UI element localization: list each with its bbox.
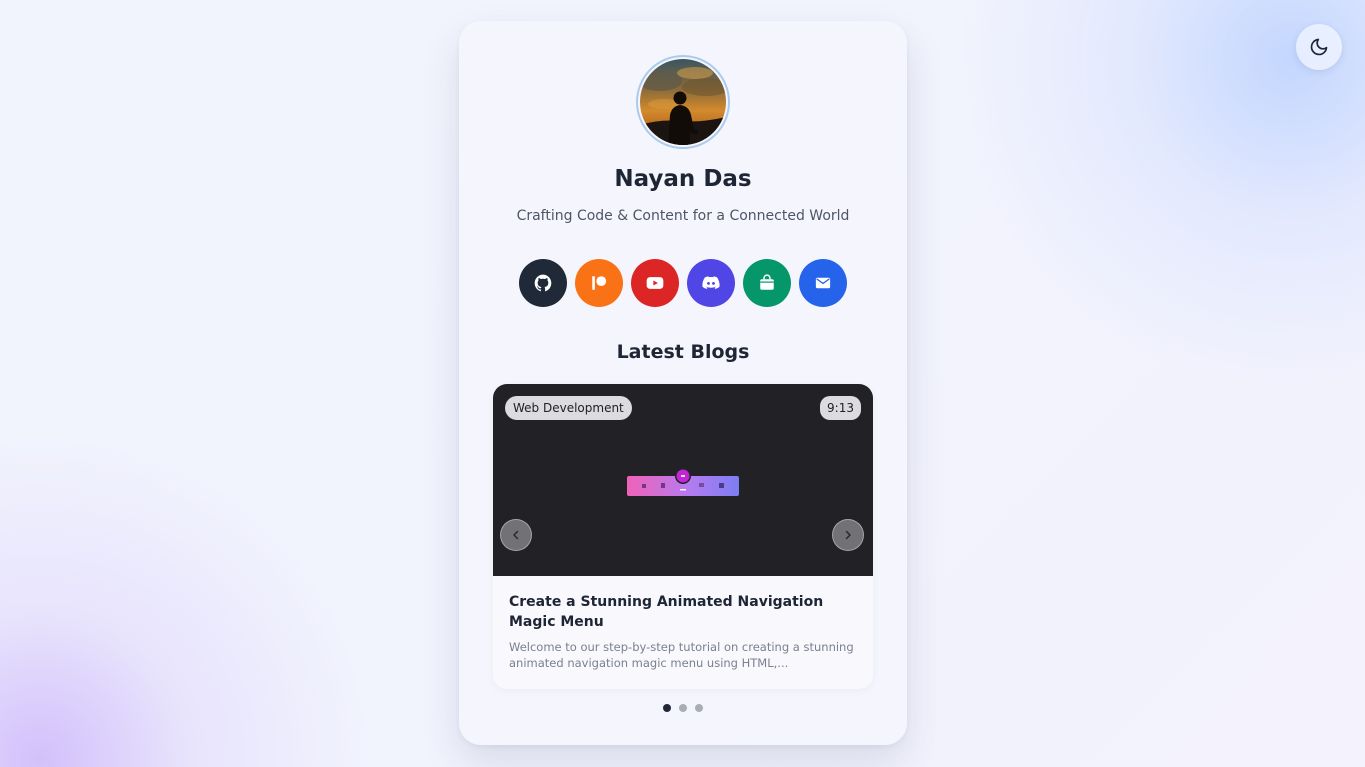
profile-name: Nayan Das: [614, 166, 752, 192]
chevron-right-icon: [845, 530, 851, 540]
shop-link[interactable]: [743, 259, 791, 307]
carousel-dots: [459, 704, 907, 712]
carousel-next-button[interactable]: [832, 519, 864, 551]
chevron-left-icon: [513, 530, 519, 540]
email-link[interactable]: [799, 259, 847, 307]
blog-title[interactable]: Create a Stunning Animated Navigation Ma…: [509, 592, 859, 632]
carousel-dot[interactable]: [663, 704, 671, 712]
youtube-link[interactable]: [631, 259, 679, 307]
blog-thumbnail[interactable]: Web Development 9:13: [493, 384, 873, 576]
blog-excerpt: Welcome to our step-by-step tutorial on …: [509, 640, 854, 670]
carousel-dot[interactable]: [679, 704, 687, 712]
blog-card[interactable]: Web Development 9:13 Create a Stunning A…: [493, 384, 873, 689]
category-badge: Web Development: [505, 396, 632, 420]
latest-blogs-heading: Latest Blogs: [616, 341, 750, 363]
shopping-bag-icon: [760, 274, 774, 290]
profile-card: Nayan Das Crafting Code & Content for a …: [459, 21, 907, 745]
youtube-icon: [646, 277, 664, 289]
carousel-prev-button[interactable]: [500, 519, 532, 551]
carousel-dot[interactable]: [695, 704, 703, 712]
github-link[interactable]: [519, 259, 567, 307]
mail-icon: [815, 277, 831, 289]
avatar-photo: [640, 59, 726, 145]
avatar: [636, 55, 730, 149]
moon-icon: [1310, 38, 1328, 56]
patreon-link[interactable]: [575, 259, 623, 307]
theme-toggle-button[interactable]: [1296, 24, 1342, 70]
duration-badge: 9:13: [820, 396, 861, 420]
discord-link[interactable]: [687, 259, 735, 307]
patreon-icon: [592, 276, 607, 290]
github-icon: [534, 274, 552, 292]
discord-icon: [702, 276, 720, 289]
profile-tagline: Crafting Code & Content for a Connected …: [516, 208, 850, 224]
magic-menu-preview-image: [627, 468, 739, 496]
